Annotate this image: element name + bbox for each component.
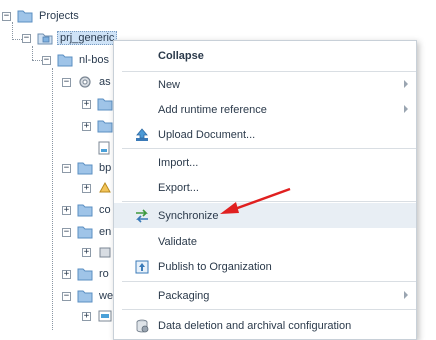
folder-icon [77, 204, 93, 217]
process-icon [99, 181, 111, 193]
menu-item-export[interactable]: Export... [114, 175, 416, 200]
expand-toggle[interactable]: + [82, 311, 91, 321]
tree-node-child[interactable]: + [82, 308, 117, 324]
document-icon [98, 141, 110, 155]
tree-node-child[interactable]: + [82, 118, 117, 134]
gear-icon [79, 76, 91, 88]
tree-node-projects[interactable]: − Projects [2, 8, 81, 24]
menu-item-validate[interactable]: Validate [114, 229, 416, 254]
web-icon [98, 310, 112, 322]
menu-item-upload-document[interactable]: Upload Document... [114, 122, 416, 147]
menu-item-import[interactable]: Import... [114, 150, 416, 175]
menu-separator [122, 201, 416, 202]
menu-item-collapse[interactable]: Collapse [114, 43, 416, 68]
tree-node-child[interactable]: − as [62, 74, 113, 90]
project-icon [37, 33, 53, 45]
publish-icon [135, 260, 149, 273]
collapse-toggle[interactable]: − [22, 33, 31, 43]
upload-icon [136, 127, 148, 141]
expand-toggle[interactable]: + [62, 269, 71, 279]
menu-separator [122, 281, 416, 282]
tree-node-label: Projects [39, 10, 79, 22]
menu-item-publish-to-organization[interactable]: Publish to Organization [114, 254, 416, 279]
menu-separator [122, 309, 416, 310]
folder-icon [57, 54, 73, 67]
tree-node-child[interactable]: − en [62, 224, 113, 240]
expand-toggle[interactable]: + [82, 247, 91, 257]
tree-node-child[interactable]: + co [62, 202, 113, 218]
tree-node-label: prj_generic [57, 31, 118, 45]
submenu-arrow-icon [404, 291, 408, 299]
folder-icon [17, 10, 33, 23]
menu-item-add-runtime-reference[interactable]: Add runtime reference [114, 97, 416, 122]
collapse-toggle[interactable]: − [62, 227, 71, 237]
tree-node-project[interactable]: − prj_generic [22, 30, 118, 46]
tree-node-label: nl-bos [79, 54, 109, 66]
tree-node-label: en [99, 226, 112, 238]
folder-icon [97, 98, 113, 111]
expand-toggle[interactable]: + [82, 121, 91, 131]
folder-icon [77, 162, 93, 175]
collapse-toggle[interactable]: − [2, 11, 11, 21]
tree-node-label: as [99, 76, 111, 88]
folder-icon [77, 268, 93, 281]
tree-node-label: bp [99, 162, 112, 174]
tree-node-child[interactable]: − we [62, 288, 115, 304]
submenu-arrow-icon [404, 80, 408, 88]
tree-node-child[interactable]: − bp [62, 160, 113, 176]
tree-node-child[interactable]: + ro [62, 266, 111, 282]
collapse-toggle[interactable]: − [42, 55, 51, 65]
synchronize-icon [136, 208, 148, 223]
submenu-arrow-icon [404, 105, 408, 113]
folder-icon [77, 290, 93, 303]
context-menu: Collapse New Add runtime reference Uploa… [113, 40, 417, 340]
menu-item-synchronize[interactable]: Synchronize [114, 203, 416, 228]
expand-toggle[interactable]: + [82, 183, 91, 193]
tree-node-label: co [99, 204, 111, 216]
menu-item-packaging[interactable]: Packaging [114, 283, 416, 308]
tree-node-child[interactable]: + [82, 244, 117, 260]
menu-separator [122, 148, 416, 149]
expand-toggle[interactable]: + [62, 205, 71, 215]
package-icon [99, 247, 111, 258]
tree-node-child[interactable]: + [82, 180, 117, 196]
collapse-toggle[interactable]: − [62, 163, 71, 173]
collapse-toggle[interactable]: − [62, 77, 71, 87]
collapse-toggle[interactable]: − [62, 291, 71, 301]
expand-toggle[interactable]: + [82, 99, 91, 109]
menu-item-new[interactable]: New [114, 72, 416, 97]
folder-icon [77, 226, 93, 239]
tree-node-label: ro [99, 268, 109, 280]
folder-icon [97, 120, 113, 133]
data-config-icon [136, 319, 149, 332]
tree-node-child[interactable]: + [82, 96, 117, 112]
menu-item-data-deletion-archival[interactable]: Data deletion and archival configuration [114, 313, 416, 338]
tree-node-nl-bos[interactable]: − nl-bos [42, 52, 111, 68]
